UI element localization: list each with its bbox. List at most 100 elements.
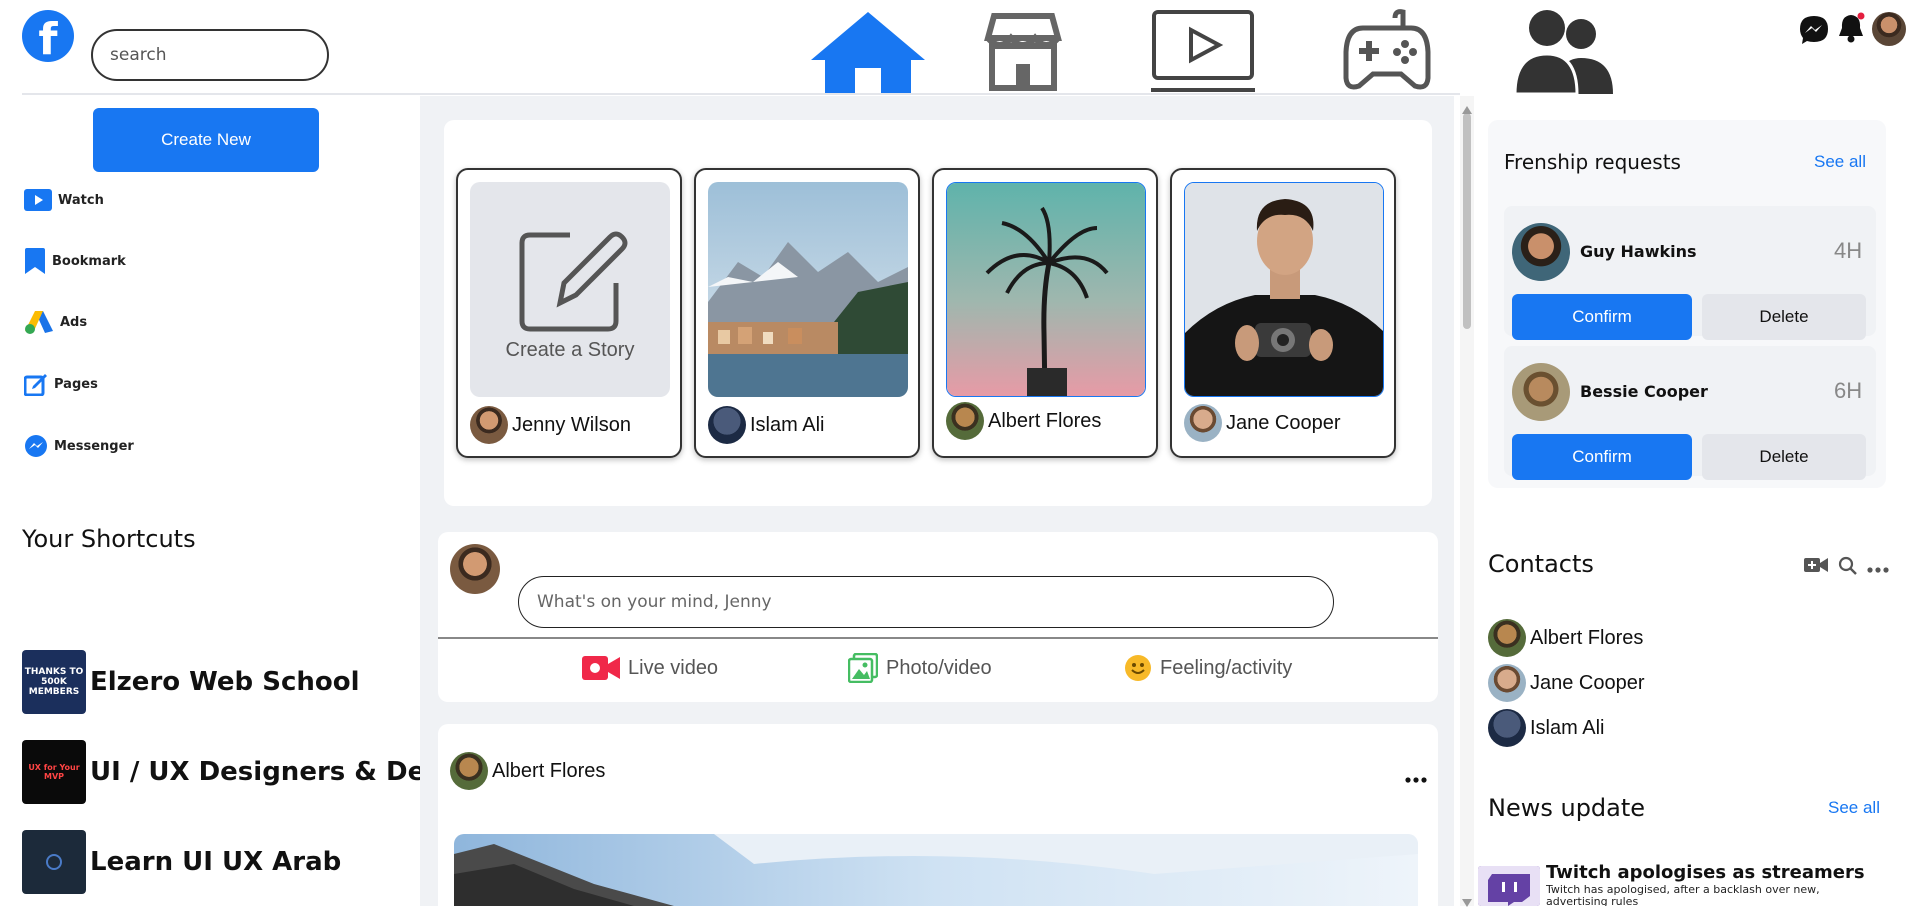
twitch-logo-icon xyxy=(1478,866,1540,906)
shortcut-label: Elzero Web School xyxy=(90,667,360,697)
sidebar-item-label: Messenger xyxy=(54,438,134,454)
story-author-name: Islam Ali xyxy=(750,413,825,436)
marketplace-nav-icon[interactable] xyxy=(978,8,1068,96)
more-icon[interactable] xyxy=(1404,770,1428,783)
groups-nav-icon[interactable] xyxy=(1512,8,1616,96)
shortcut-elzero[interactable]: THANKS TO 500K MEMBERS Elzero Web School xyxy=(22,650,360,714)
story-create[interactable]: Create a Story Jenny Wilson xyxy=(456,168,682,458)
avatar[interactable] xyxy=(1512,363,1570,421)
shortcut-thumbnail: UX for Your MVP xyxy=(22,740,86,804)
post-author-name: Albert Flores xyxy=(492,759,606,782)
story-author: Jenny Wilson xyxy=(470,406,631,444)
news-see-all-link[interactable]: See all xyxy=(1828,798,1880,818)
video-call-icon[interactable] xyxy=(1804,556,1828,574)
contact-name: Jane Cooper xyxy=(1530,671,1645,694)
facebook-logo-icon[interactable]: f xyxy=(22,10,74,62)
story-author-name: Jane Cooper xyxy=(1226,411,1341,434)
story-image-lake-town xyxy=(708,182,908,397)
messenger-icon xyxy=(25,435,47,457)
request-time: 6H xyxy=(1834,378,1863,403)
avatar xyxy=(450,752,488,790)
messenger-icon[interactable] xyxy=(1798,14,1830,46)
requester-name[interactable]: Guy Hawkins xyxy=(1580,242,1697,261)
friend-request-item: Bessie Cooper 6H Confirm Delete xyxy=(1504,346,1876,480)
sidebar-item-label: Bookmark xyxy=(52,253,126,269)
profile-avatar[interactable] xyxy=(1872,12,1906,46)
home-nav-icon[interactable] xyxy=(806,8,930,96)
edit-pencil-icon xyxy=(519,231,628,332)
top-bar: f xyxy=(0,0,1916,96)
story-jane-cooper[interactable]: Jane Cooper xyxy=(1170,168,1396,458)
avatar xyxy=(1488,619,1526,657)
story-author: Jane Cooper xyxy=(1184,404,1341,442)
whats-on-your-mind-input[interactable] xyxy=(518,576,1334,628)
confirm-button[interactable]: Confirm xyxy=(1512,294,1692,340)
thumb-text: UX for Your MVP xyxy=(28,763,80,781)
create-new-button[interactable]: Create New xyxy=(93,108,319,172)
sidebar-item-watch[interactable]: Watch xyxy=(24,183,104,217)
story-author-name: Jenny Wilson xyxy=(512,413,631,436)
search-icon[interactable] xyxy=(1838,556,1858,576)
scrollbar-thumb[interactable] xyxy=(1463,113,1471,329)
avatar xyxy=(946,402,984,440)
sidebar-item-label: Pages xyxy=(54,376,98,392)
header-divider xyxy=(22,93,1460,95)
shortcuts-heading: Your Shortcuts xyxy=(22,525,196,553)
avatar xyxy=(1488,664,1526,702)
group-logo-icon xyxy=(46,854,62,870)
avatar[interactable] xyxy=(1512,223,1570,281)
story-image-palm-tree xyxy=(946,182,1146,397)
composer-avatar[interactable] xyxy=(450,544,500,594)
video-nav-icon[interactable] xyxy=(1150,8,1256,96)
contact-item[interactable]: Albert Flores xyxy=(1488,618,1643,658)
avatar xyxy=(1488,709,1526,747)
scroll-up-arrow-icon[interactable] xyxy=(1461,100,1473,114)
photo-icon xyxy=(848,653,878,683)
notification-bell-icon[interactable] xyxy=(1836,12,1866,44)
contact-name: Albert Flores xyxy=(1530,626,1644,649)
sidebar-item-bookmark[interactable]: Bookmark xyxy=(24,244,126,278)
create-story-panel: Create a Story xyxy=(470,182,670,397)
news-headline[interactable]: Twitch apologises as streamers xyxy=(1546,862,1865,883)
news-update-title: News update xyxy=(1488,794,1646,822)
shortcut-label: Learn UI UX Arab xyxy=(90,847,342,877)
story-author: Islam Ali xyxy=(708,406,824,444)
logo-letter: f xyxy=(38,14,58,62)
avatar xyxy=(1184,404,1222,442)
live-video-button[interactable]: Live video xyxy=(582,650,718,686)
thumb-text: THANKS TO 500K MEMBERS xyxy=(24,667,84,697)
story-islam-ali[interactable]: Islam Ali xyxy=(694,168,920,458)
contact-item[interactable]: Jane Cooper xyxy=(1488,663,1645,703)
news-thumbnail[interactable] xyxy=(1478,866,1540,906)
ads-icon xyxy=(25,311,53,334)
sidebar-item-ads[interactable]: Ads xyxy=(24,305,87,339)
delete-button[interactable]: Delete xyxy=(1702,294,1866,340)
sidebar-item-pages[interactable]: Pages xyxy=(24,367,98,401)
contacts-more-icon[interactable] xyxy=(1866,560,1890,573)
story-author-name: Albert Flores xyxy=(988,409,1102,432)
friend-requests-see-all-link[interactable]: See all xyxy=(1814,152,1866,172)
request-time: 4H xyxy=(1834,238,1863,263)
sidebar-item-label: Ads xyxy=(60,314,88,330)
story-albert-flores[interactable]: Albert Flores xyxy=(932,168,1158,458)
gaming-nav-icon[interactable] xyxy=(1342,8,1432,96)
post-image xyxy=(454,834,1418,906)
requester-name[interactable]: Bessie Cooper xyxy=(1580,382,1708,401)
search-input[interactable] xyxy=(91,29,329,81)
sidebar-item-label: Watch xyxy=(58,192,104,208)
delete-button[interactable]: Delete xyxy=(1702,434,1866,480)
shortcut-thumbnail xyxy=(22,830,86,894)
feeling-activity-button[interactable]: Feeling/activity xyxy=(1124,650,1292,686)
shortcut-thumbnail: THANKS TO 500K MEMBERS xyxy=(22,650,86,714)
confirm-button[interactable]: Confirm xyxy=(1512,434,1692,480)
story-author: Albert Flores xyxy=(946,402,1101,440)
post-author[interactable]: Albert Flores xyxy=(450,752,605,790)
smiley-icon xyxy=(1125,655,1151,681)
scroll-down-arrow-icon[interactable] xyxy=(1461,893,1473,907)
contacts-title: Contacts xyxy=(1488,550,1594,578)
shortcut-learn-uiux-arab[interactable]: Learn UI UX Arab xyxy=(22,830,341,894)
sidebar-item-messenger[interactable]: Messenger xyxy=(24,429,134,463)
contact-item[interactable]: Islam Ali xyxy=(1488,708,1604,748)
photo-video-button[interactable]: Photo/video xyxy=(848,650,992,686)
composer-divider xyxy=(438,637,1438,639)
